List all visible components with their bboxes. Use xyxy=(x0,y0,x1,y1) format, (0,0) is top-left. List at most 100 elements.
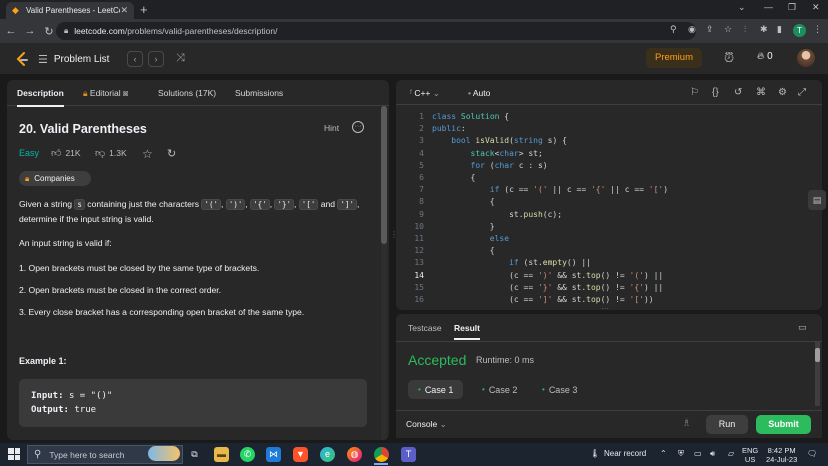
zoom-icon[interactable]: ⚲ xyxy=(670,24,677,35)
run-button[interactable]: Run xyxy=(706,415,748,434)
shield-icon[interactable]: ⛨ xyxy=(678,449,684,459)
teams-icon[interactable]: T xyxy=(401,447,416,462)
tray-chevron-up-icon[interactable]: ⌃ xyxy=(660,449,667,458)
dislike-button[interactable]: 👎︎ 1.3K xyxy=(95,147,127,159)
brave-icon[interactable]: ▼ xyxy=(293,447,308,462)
vscode-icon[interactable]: ⋈ xyxy=(266,447,281,462)
minimize-icon[interactable]: — xyxy=(764,2,773,12)
news-widget-icon[interactable] xyxy=(148,446,180,461)
share-link-icon[interactable]: ↻ xyxy=(167,147,180,160)
task-view-icon[interactable]: ⧉ xyxy=(187,447,202,462)
profile-avatar[interactable]: T xyxy=(793,24,806,37)
submit-button[interactable]: Submit xyxy=(756,415,811,434)
code-line[interactable]: if (c == '(' || c == '{' || c == '[') xyxy=(432,184,668,196)
language-indicator[interactable]: ENG US xyxy=(742,446,758,464)
language-select[interactable]: ᶠ C++ ⌄ xyxy=(410,88,440,99)
firefox-icon[interactable]: ◍ xyxy=(347,447,362,462)
premium-button[interactable]: Premium xyxy=(646,48,702,68)
auto-mode[interactable]: • Auto xyxy=(468,88,490,98)
more-options-icon[interactable]: ··· xyxy=(352,121,364,133)
user-avatar[interactable] xyxy=(797,49,815,67)
next-problem-button[interactable]: › xyxy=(148,51,164,67)
code-line[interactable]: stack<char> st; xyxy=(432,148,543,160)
extension-icon[interactable]: ⫶ xyxy=(744,24,746,35)
whatsapp-icon[interactable]: ✆ xyxy=(240,447,255,462)
fullscreen-icon[interactable]: ⤢ xyxy=(798,87,806,98)
notifications-icon[interactable]: 🗨︎ xyxy=(807,449,817,458)
reload-icon[interactable]: ↻ xyxy=(41,25,57,38)
taskbar-clock[interactable]: 8:42 PM 24-Jul-23 xyxy=(766,446,797,464)
code-line[interactable]: { xyxy=(432,245,495,257)
hint-button[interactable]: Hint xyxy=(324,123,339,133)
puzzle-icon[interactable]: ✱ xyxy=(760,24,768,35)
console-toggle[interactable]: Console ⌄ xyxy=(406,419,447,430)
case-tab-1[interactable]: • Case 1 xyxy=(408,380,464,399)
settings-gear-icon[interactable]: ⚙ xyxy=(778,87,787,98)
forward-icon[interactable]: → xyxy=(22,25,38,37)
address-bar[interactable]: 🔒︎ leetcode.com/problems/valid-parenthes… xyxy=(56,22,696,40)
code-line[interactable]: { xyxy=(432,172,476,184)
favorite-star-icon[interactable]: ☆ xyxy=(142,147,157,161)
eye-off-icon[interactable]: ◉ xyxy=(688,24,696,35)
weather-text[interactable]: Near record xyxy=(604,449,646,458)
scrollbar-thumb[interactable] xyxy=(815,348,820,362)
code-line[interactable]: else xyxy=(432,233,509,245)
battery-icon[interactable]: ▱ xyxy=(728,449,734,458)
browser-tab[interactable]: ◆ Valid Parentheses - LeetCode ✕ xyxy=(6,2,134,19)
braces-icon[interactable]: {} xyxy=(712,87,719,98)
code-line[interactable]: if (st.empty() || xyxy=(432,257,591,269)
bookmark-icon[interactable]: ⚐ xyxy=(690,87,699,98)
new-tab-icon[interactable]: + xyxy=(140,2,148,17)
windows-start-icon[interactable] xyxy=(8,448,20,460)
chrome-icon[interactable] xyxy=(374,447,389,462)
close-tab-icon[interactable]: ✕ xyxy=(120,5,128,16)
code-line[interactable]: (c == ')' && st.top() != '(') || xyxy=(432,270,663,282)
file-explorer-icon[interactable]: ▬ xyxy=(214,447,229,462)
edge-icon[interactable]: e xyxy=(320,447,335,462)
tab-description[interactable]: Description xyxy=(17,88,64,107)
companies-tag[interactable]: 🔒︎ Companies xyxy=(19,171,91,186)
maximize-icon[interactable]: ❐ xyxy=(788,2,796,13)
side-panel-icon[interactable]: ▮ xyxy=(777,24,782,35)
tab-testcase[interactable]: Testcase xyxy=(408,323,442,333)
description-scrollbar[interactable] xyxy=(381,106,387,440)
case-tab-3[interactable]: • Case 3 xyxy=(532,380,587,399)
code-line[interactable]: class Solution { xyxy=(432,111,509,123)
notes-icon[interactable]: ▤ xyxy=(808,190,826,210)
debug-icon[interactable]: ♗ xyxy=(682,418,691,429)
prev-problem-button[interactable]: ‹ xyxy=(127,51,143,67)
alarm-clock-icon[interactable]: ⏰︎ xyxy=(724,50,734,66)
code-line[interactable]: bool isValid(string s) { xyxy=(432,135,567,147)
volume-icon[interactable]: 🔊︎ xyxy=(710,449,715,459)
code-line[interactable]: (c == '}' && st.top() != '{') || xyxy=(432,282,663,294)
tab-submissions[interactable]: Submissions xyxy=(235,88,283,98)
tab-result[interactable]: Result xyxy=(454,323,480,340)
code-line[interactable]: (c == ']' && st.top() != '[')) xyxy=(432,294,654,306)
panel-layout-icon[interactable]: ▭ xyxy=(798,322,807,333)
code-line[interactable]: public: xyxy=(432,123,466,135)
leetcode-logo-icon[interactable] xyxy=(14,51,30,67)
shuffle-icon[interactable]: ⤨ xyxy=(176,52,185,65)
tab-search-icon[interactable]: ⌄ xyxy=(738,2,746,13)
code-line[interactable]: } xyxy=(432,221,495,233)
case-tab-2[interactable]: • Case 2 xyxy=(472,380,527,399)
like-button[interactable]: 👍︎ 21K xyxy=(51,147,81,159)
bookmark-star-icon[interactable]: ☆ xyxy=(724,24,732,35)
code-line[interactable]: st.push(c); xyxy=(432,209,562,221)
browser-menu-icon[interactable]: ⋮ xyxy=(813,24,822,35)
tab-editorial[interactable]: 🔒︎ Editorial ◙ xyxy=(83,88,128,99)
share-icon[interactable]: ⇪ xyxy=(706,24,714,35)
reset-icon[interactable]: ↺ xyxy=(734,87,742,98)
close-window-icon[interactable]: ✕ xyxy=(812,2,820,13)
code-line[interactable]: { xyxy=(432,196,495,208)
thermometer-icon[interactable]: 🌡︎ xyxy=(590,449,600,458)
panel-resize-handle[interactable]: ⋮ xyxy=(390,230,398,246)
back-icon[interactable]: ← xyxy=(3,25,19,37)
streak-counter[interactable]: 🔥︎ 0 xyxy=(757,51,773,62)
shortcut-icon[interactable]: ⌘ xyxy=(756,87,766,98)
problem-list-link[interactable]: ☰ Problem List xyxy=(38,53,109,66)
network-icon[interactable]: ▭ xyxy=(694,449,702,458)
editor-resize-handle[interactable]: ··· xyxy=(601,304,609,310)
code-line[interactable]: for (char c : s) xyxy=(432,160,548,172)
result-scrollbar[interactable] xyxy=(815,342,820,406)
